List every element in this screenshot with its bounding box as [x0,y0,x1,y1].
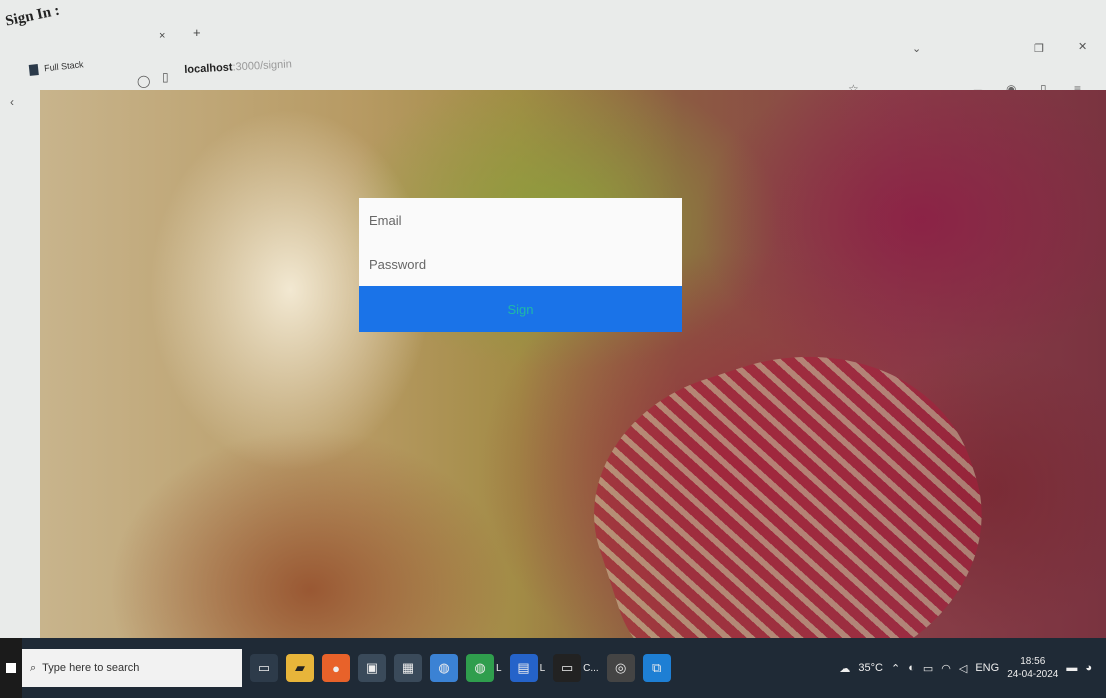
battery-icon[interactable]: ▭ [923,662,933,675]
task-view-icon[interactable]: ▭ [250,654,278,682]
taskbar-app-label: L [496,662,502,674]
start-button[interactable] [0,638,22,698]
search-icon: ⌕ [30,661,37,674]
taskbar: ⌕ Type here to search ▭ ▰ ● ▣ ▦ ◍ ◍ L ▤ … [0,638,1106,698]
taskbar-app-label: L [539,662,546,674]
notification-icon[interactable]: ▬ [1066,662,1077,674]
tab-title: Full Stack [43,59,84,74]
clock[interactable]: 18:56 24-04-2024 [1007,655,1058,681]
sign-button[interactable]: Sign [359,286,682,332]
windows-icon [6,663,16,673]
app-icon[interactable]: ▣ [358,654,386,682]
meet-icon[interactable]: ◐ [908,662,915,674]
tab-favicon-icon [28,63,39,76]
word-icon[interactable]: ▤ [509,654,538,682]
file-explorer-icon[interactable]: ▰ [286,654,314,682]
document-heading: Sign In : [4,2,62,30]
chrome-profile-icon[interactable]: ◍ [466,654,494,682]
vscode-icon[interactable]: ⧉ [642,654,671,682]
wifi-icon[interactable]: ◠ [941,662,951,675]
taskbar-app-label: C... [583,662,599,674]
weather-icon[interactable]: ☁ [839,662,850,675]
signin-page: Sign [40,90,1106,645]
page-icon: ▯ [162,70,169,84]
chevron-down-icon[interactable]: ⌄ [912,42,921,55]
address-bar[interactable]: localhost:3000/signin [184,58,292,76]
taskbar-search[interactable]: ⌕ Type here to search [22,649,242,687]
search-placeholder: Type here to search [42,662,140,674]
volume-icon[interactable]: ◁ [959,662,967,675]
password-input[interactable] [359,242,682,286]
restore-window-icon[interactable]: ❐ [1034,42,1044,55]
chrome-icon[interactable]: ◍ [430,654,458,682]
back-icon[interactable]: ‹ [10,95,14,109]
shield-icon[interactable]: ◯ [137,74,150,88]
firefox-icon[interactable]: ● [322,654,350,682]
close-window-icon[interactable]: ✕ [1078,40,1087,53]
system-tray: ☁ 35°C ⌃ ◐ ▭ ◠ ◁ ENG 18:56 24-04-2024 ▬ … [839,655,1106,681]
close-tab-icon[interactable]: × [159,30,165,42]
new-tab-icon[interactable]: + [193,25,201,40]
browser-tab[interactable]: Full Stack [28,42,180,82]
language-indicator[interactable]: ENG [975,662,999,674]
music-icon[interactable]: ◎ [606,654,635,682]
weather-temp[interactable]: 35°C [858,662,883,674]
url-path: :3000/signin [232,58,293,74]
email-input[interactable] [359,198,682,242]
background-photo [559,309,1021,645]
terminal-icon[interactable]: ▭ [553,654,582,682]
clock-time: 18:56 [1020,656,1046,667]
clock-date: 24-04-2024 [1007,669,1059,680]
url-host: localhost [184,61,233,76]
signin-form: Sign [359,198,682,332]
calendar-icon[interactable]: ▦ [394,654,422,682]
chevron-up-icon[interactable]: ⌃ [891,662,900,675]
widgets-icon[interactable]: ◕ [1085,662,1092,674]
